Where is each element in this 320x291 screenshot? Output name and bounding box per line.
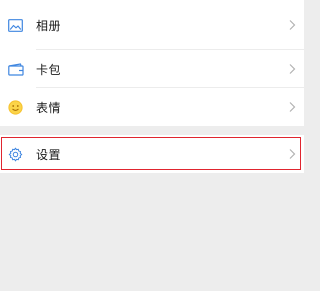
menu-item-settings[interactable]: 设置 [0,135,304,173]
menu-item-stickers[interactable]: 表情 [0,88,304,126]
menu-item-label: 设置 [36,147,62,162]
wallet-icon [7,61,24,78]
menu-item-album[interactable]: 相册 [0,0,304,50]
chevron-right-icon [289,20,296,30]
menu-item-label: 相册 [36,18,62,33]
chevron-right-icon [289,64,296,74]
image-icon [7,17,24,34]
gear-icon [7,146,24,163]
chevron-right-icon [289,102,296,112]
menu-item-label: 卡包 [36,62,62,77]
chevron-right-icon [289,149,296,159]
smiley-icon [7,99,24,116]
menu-group-settings: 设置 [0,135,304,173]
me-page-menu: 相册 卡包 表情 设置 [0,0,304,291]
menu-group-top: 相册 卡包 表情 [0,0,304,126]
menu-item-cards[interactable]: 卡包 [0,50,304,88]
menu-item-label: 表情 [36,100,62,115]
